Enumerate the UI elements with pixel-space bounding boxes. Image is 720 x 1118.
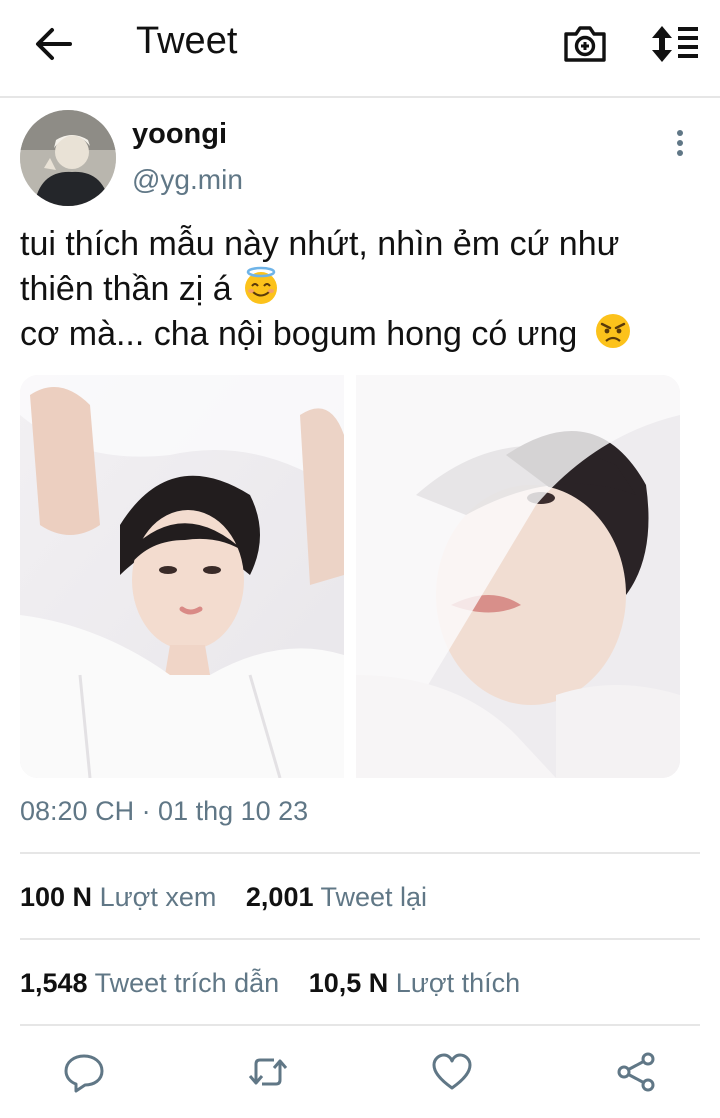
divider bbox=[20, 1024, 700, 1026]
top-bar: Tweet bbox=[0, 0, 720, 98]
divider bbox=[20, 852, 700, 854]
tweet-photo-1[interactable] bbox=[20, 375, 344, 778]
retweet-icon[interactable] bbox=[246, 1050, 290, 1094]
angry-face-icon bbox=[593, 311, 633, 351]
camera-icon[interactable] bbox=[562, 22, 608, 66]
tweet-text-line-2: thiên thần zị á bbox=[20, 266, 700, 311]
tweet-text-line-3: cơ mà... cha nội bogum hong có ưng bbox=[20, 311, 700, 356]
views-label: Lượt xem bbox=[99, 882, 217, 912]
tweet-text-line-2-text: thiên thần zị á bbox=[20, 270, 232, 308]
sort-icon[interactable] bbox=[650, 24, 700, 64]
retweets-label: Tweet lại bbox=[320, 882, 428, 912]
divider bbox=[20, 938, 700, 940]
reply-icon[interactable] bbox=[62, 1050, 106, 1094]
retweets-count: 2,001 bbox=[245, 882, 314, 912]
stats-row-2: 1,548 Tweet trích dẫn 10,5 N Lượt thích bbox=[20, 968, 542, 999]
display-name[interactable]: yoongi bbox=[132, 118, 227, 151]
page-title: Tweet bbox=[136, 20, 238, 62]
heart-icon[interactable] bbox=[430, 1050, 474, 1094]
quotes-stat[interactable]: 1,548 Tweet trích dẫn bbox=[20, 968, 279, 999]
user-handle[interactable]: @yg.min bbox=[132, 164, 243, 196]
likes-stat[interactable]: 10,5 N Lượt thích bbox=[309, 968, 520, 999]
tweet-text: tui thích mẫu này nhứt, nhìn ẻm cứ như t… bbox=[20, 222, 700, 356]
stats-row-1: 100 N Lượt xem 2,001 Tweet lại bbox=[20, 882, 449, 913]
quotes-count: 1,548 bbox=[20, 968, 88, 998]
likes-count: 10,5 N bbox=[308, 968, 389, 998]
photo-2-image bbox=[356, 375, 680, 778]
share-icon[interactable] bbox=[614, 1050, 658, 1094]
more-vertical-icon[interactable] bbox=[670, 128, 690, 158]
avatar[interactable] bbox=[20, 110, 116, 206]
views-count: 100 N bbox=[20, 882, 93, 912]
arrow-left-icon[interactable] bbox=[30, 22, 78, 66]
retweets-stat[interactable]: 2,001 Tweet lại bbox=[246, 882, 427, 913]
tweet-text-line-1: tui thích mẫu này nhứt, nhìn ẻm cứ như bbox=[20, 225, 620, 263]
likes-label: Lượt thích bbox=[395, 968, 521, 998]
tweet-photo-2[interactable] bbox=[356, 375, 680, 778]
quotes-label: Tweet trích dẫn bbox=[94, 968, 280, 998]
tweet-timestamp[interactable]: 08:20 CH · 01 thg 10 23 bbox=[20, 796, 308, 827]
photo-1-image bbox=[20, 375, 344, 778]
avatar-image bbox=[20, 110, 116, 206]
tweet-text-line-3-text: cơ mà... cha nội bogum hong có ưng bbox=[20, 315, 578, 353]
views-stat[interactable]: 100 N Lượt xem bbox=[20, 882, 216, 913]
smiling-face-with-halo-icon bbox=[241, 266, 281, 306]
